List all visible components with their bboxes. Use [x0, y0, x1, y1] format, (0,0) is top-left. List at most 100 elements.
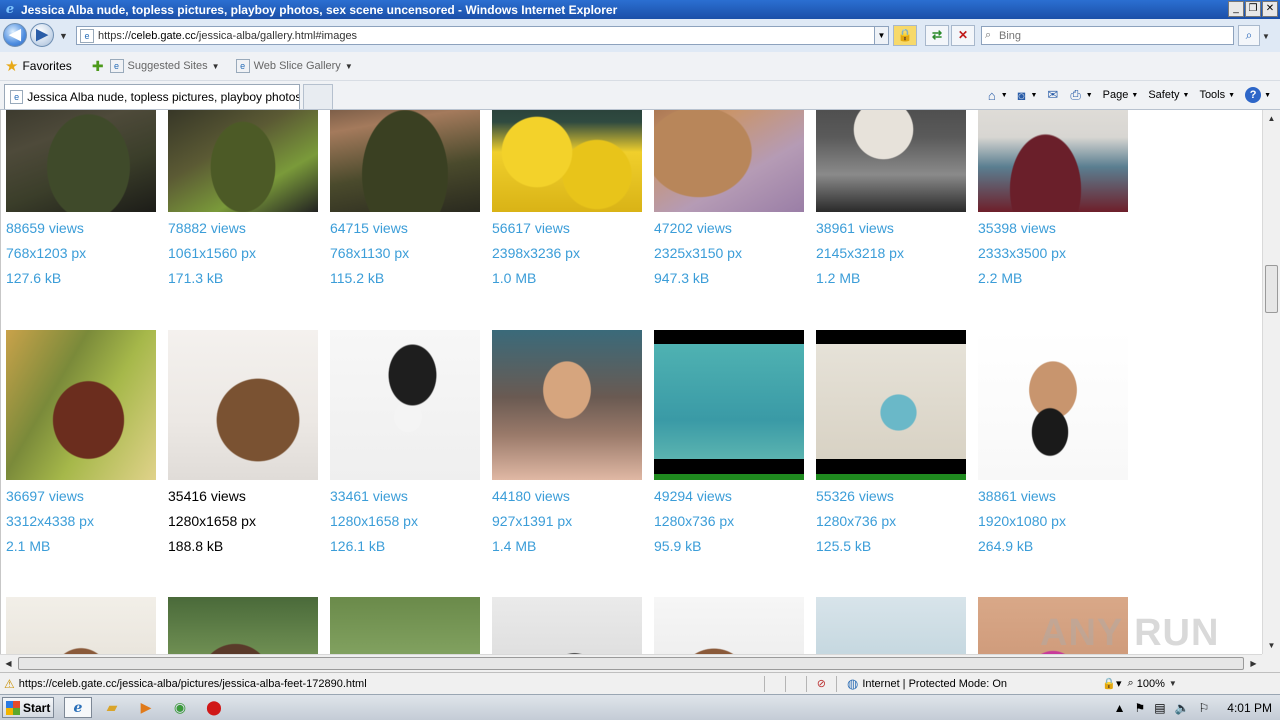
view-count[interactable]: 88659 views [6, 216, 156, 241]
gallery-card[interactable] [6, 597, 156, 654]
image-dimensions[interactable]: 1061x1560 px [168, 241, 318, 266]
view-count[interactable]: 35398 views [978, 216, 1128, 241]
gallery-card[interactable]: 38861 views 1920x1080 px 264.9 kB [978, 330, 1128, 559]
tools-menu[interactable]: Tools ▼ [1196, 87, 1238, 103]
gallery-card[interactable]: 49294 views 1280x736 px 95.9 kB [654, 330, 804, 559]
web-slice-gallery-link[interactable]: e Web Slice Gallery ▼ [235, 59, 353, 73]
gallery-card[interactable]: 44180 views 927x1391 px 1.4 MB [492, 330, 642, 559]
gallery-card[interactable]: 38961 views 2145x3218 px 1.2 MB [816, 110, 966, 291]
thumbnail-image[interactable] [654, 597, 804, 654]
view-count[interactable]: 44180 views [492, 484, 642, 509]
recent-pages-dropdown[interactable]: ▼ [59, 31, 68, 41]
view-count[interactable]: 33461 views [330, 484, 480, 509]
gallery-card[interactable]: 33461 views 1280x1658 px 126.1 kB [330, 330, 480, 559]
stop-button[interactable]: ✕ [951, 25, 975, 46]
scroll-down-arrow[interactable]: ▼ [1263, 637, 1280, 654]
horizontal-scroll-thumb[interactable] [18, 657, 1244, 670]
security-zone-text[interactable]: Internet | Protected Mode: On [862, 678, 1102, 690]
close-button[interactable]: ✕ [1262, 1, 1278, 17]
feeds-button[interactable]: ◙ ▼ [1015, 86, 1041, 105]
image-dimensions[interactable]: 2398x3236 px [492, 241, 642, 266]
thumbnail-image[interactable] [978, 110, 1128, 212]
view-count[interactable]: 55326 views [816, 484, 966, 509]
suggested-sites-link[interactable]: e Suggested Sites ▼ [109, 59, 220, 73]
minimize-button[interactable]: _ [1228, 1, 1244, 17]
gallery-card[interactable]: 35416 views 1280x1658 px 188.8 kB [168, 330, 318, 559]
gallery-card[interactable]: 47202 views 2325x3150 px 947.3 kB [654, 110, 804, 291]
search-input[interactable] [999, 29, 1219, 42]
thumbnail-image[interactable] [330, 597, 480, 654]
thumbnail-image[interactable] [654, 330, 804, 480]
safety-menu[interactable]: Safety ▼ [1145, 87, 1192, 103]
gallery-card[interactable]: 35398 views 2333x3500 px 2.2 MB [978, 110, 1128, 291]
gallery-card[interactable] [330, 597, 480, 654]
file-size[interactable]: 2.2 MB [978, 266, 1128, 291]
favorites-button[interactable]: Favorites [22, 59, 71, 73]
horizontal-scrollbar[interactable]: ◀ ▶ [0, 654, 1262, 672]
file-size[interactable]: 125.5 kB [816, 534, 966, 559]
thumbnail-image[interactable] [168, 330, 318, 480]
thumbnail-image[interactable] [492, 597, 642, 654]
blocked-content-icon[interactable]: ⊘ [817, 677, 826, 690]
file-size[interactable]: 115.2 kB [330, 266, 480, 291]
home-button[interactable]: ⌂ ▼ [985, 86, 1011, 105]
restore-button[interactable]: ❐ [1245, 1, 1261, 17]
gallery-card[interactable] [654, 597, 804, 654]
vertical-scrollbar[interactable]: ▲ ▼ [1262, 110, 1280, 654]
search-options-dropdown[interactable]: ▼ [1262, 32, 1270, 41]
gallery-card[interactable]: 55326 views 1280x736 px 125.5 kB [816, 330, 966, 559]
thumbnail-image[interactable] [6, 110, 156, 212]
start-button[interactable]: Start [2, 697, 54, 718]
gallery-card[interactable] [168, 597, 318, 654]
help-menu[interactable]: ? ▼ [1242, 85, 1274, 105]
thumbnail-image[interactable] [492, 330, 642, 480]
action-center-icon[interactable]: ⚑ [1134, 701, 1145, 715]
file-size[interactable]: 171.3 kB [168, 266, 318, 291]
gallery-card[interactable] [492, 597, 642, 654]
security-lock-icon[interactable]: 🔒 [893, 25, 917, 46]
zoom-control[interactable]: ⌕ 100% ▼ [1128, 677, 1177, 690]
search-button[interactable]: ⌕ [1238, 25, 1260, 46]
favorites-star-icon[interactable]: ★ [5, 57, 18, 75]
view-count[interactable]: 78882 views [168, 216, 318, 241]
gallery-card[interactable]: 88659 views 768x1203 px 127.6 kB [6, 110, 156, 291]
page-menu[interactable]: Page ▼ [1100, 87, 1142, 103]
file-size[interactable]: 264.9 kB [978, 534, 1128, 559]
new-tab-button[interactable] [303, 84, 333, 109]
thumbnail-image[interactable] [492, 110, 642, 212]
view-count[interactable]: 56617 views [492, 216, 642, 241]
gallery-card[interactable]: 36697 views 3312x4338 px 2.1 MB [6, 330, 156, 559]
print-button[interactable]: ⎙ ▼ [1067, 85, 1095, 105]
taskbar-media-player-icon[interactable]: ▶ [132, 697, 160, 718]
clock[interactable]: 4:01 PM [1227, 701, 1272, 715]
thumbnail-image[interactable] [816, 110, 966, 212]
back-button[interactable]: ◀ [3, 23, 27, 47]
thumbnail-image[interactable] [330, 110, 480, 212]
image-dimensions[interactable]: 2325x3150 px [654, 241, 804, 266]
view-count[interactable]: 36697 views [6, 484, 156, 509]
thumbnail-image[interactable] [6, 330, 156, 480]
scroll-up-arrow[interactable]: ▲ [1263, 110, 1280, 127]
add-to-favorites-bar-icon[interactable]: ✚ [92, 58, 104, 75]
lock-settings-icon[interactable]: 🔒▾ [1102, 677, 1121, 690]
file-size[interactable]: 127.6 kB [6, 266, 156, 291]
thumbnail-image[interactable] [6, 597, 156, 654]
address-bar[interactable]: e https://celeb.gate.cc/jessica-alba/gal… [76, 26, 889, 45]
search-box[interactable]: ⌕ [981, 26, 1234, 45]
gallery-card[interactable]: 78882 views 1061x1560 px 171.3 kB [168, 110, 318, 291]
image-dimensions[interactable]: 1280x736 px [816, 509, 966, 534]
tab-active[interactable]: e Jessica Alba nude, topless pictures, p… [4, 84, 300, 109]
view-count[interactable]: 35416 views [168, 484, 318, 509]
image-dimensions[interactable]: 927x1391 px [492, 509, 642, 534]
volume-icon[interactable]: 🔈 [1175, 701, 1190, 715]
thumbnail-image[interactable] [816, 330, 966, 480]
thumbnail-image[interactable] [978, 330, 1128, 480]
thumbnail-image[interactable] [654, 110, 804, 212]
thumbnail-image[interactable] [330, 330, 480, 480]
taskbar-explorer-icon[interactable]: ▰ [98, 697, 126, 718]
address-dropdown[interactable]: ▼ [874, 27, 888, 44]
read-mail-button[interactable]: ✉ [1044, 85, 1063, 105]
image-dimensions[interactable]: 2145x3218 px [816, 241, 966, 266]
gallery-card[interactable] [816, 597, 966, 654]
thumbnail-image[interactable] [168, 597, 318, 654]
